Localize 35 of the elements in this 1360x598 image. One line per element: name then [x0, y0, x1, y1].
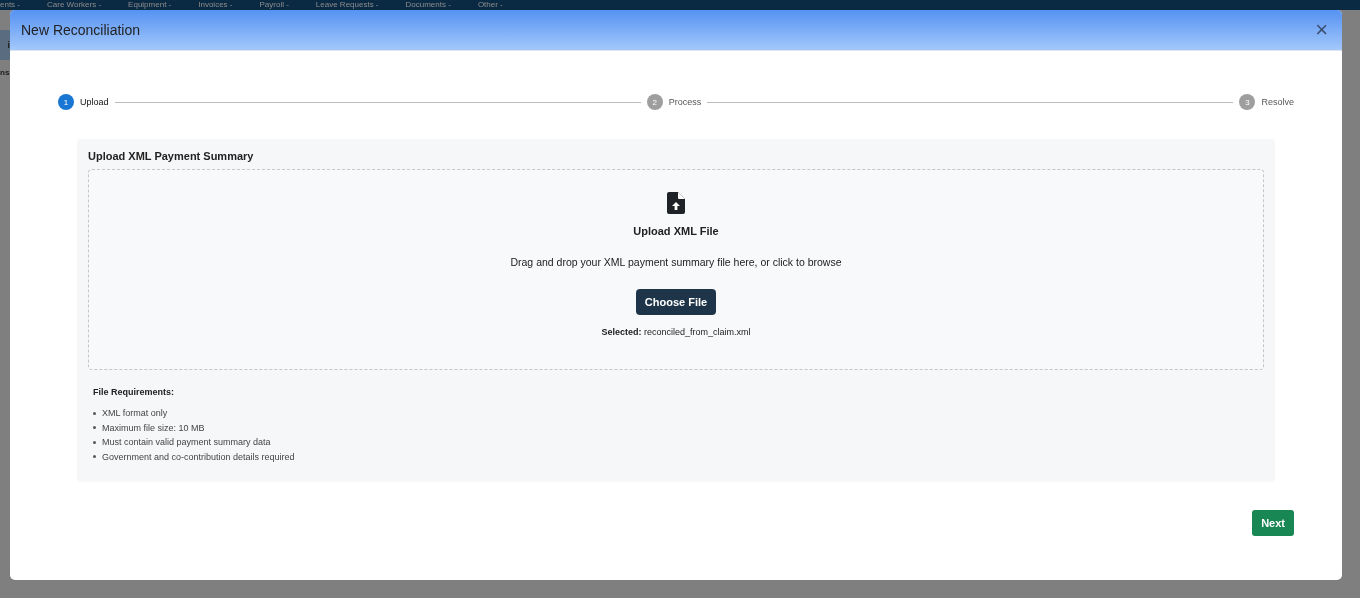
- nav-item[interactable]: ents -: [0, 0, 20, 10]
- step-number: 1: [58, 94, 74, 110]
- step-label: Resolve: [1261, 97, 1294, 107]
- nav-item[interactable]: Care Workers -: [47, 0, 102, 10]
- bullet-icon: [93, 426, 96, 430]
- close-button[interactable]: ×: [1311, 19, 1332, 41]
- nav-item[interactable]: Other -: [477, 0, 503, 10]
- requirements-title: File Requirements:: [93, 387, 176, 397]
- bullet-icon: [93, 455, 96, 459]
- requirement-item: XML format only: [102, 408, 168, 419]
- modal-title: New Reconciliation: [21, 22, 141, 38]
- bullet-icon: [93, 411, 96, 415]
- drop-zone[interactable]: Upload XML File Drag and drop your XML payment summary file here, or click to browse Choose File Selected: reconciled_from_claim.xml: [88, 169, 1264, 370]
- requirement-item: Maximum file size: 10 MB: [102, 422, 205, 433]
- drop-hint: Drag and drop your XML payment summary file here, or click to browse: [510, 256, 842, 268]
- nav-item[interactable]: Invoices -: [198, 0, 233, 10]
- drop-heading: Upload XML File: [633, 225, 719, 237]
- background-text: i: [0, 30, 10, 60]
- nav-item[interactable]: Documents -: [405, 0, 451, 10]
- background-text: ns: [0, 68, 10, 77]
- file-upload-icon: [667, 192, 685, 214]
- step-number: 2: [646, 94, 663, 110]
- step-number: 3: [1239, 94, 1256, 110]
- panel-title: Upload XML Payment Summary: [88, 150, 255, 162]
- bullet-icon: [93, 440, 96, 444]
- selected-file-text: Selected: reconciled_from_claim.xml: [601, 327, 751, 337]
- requirement-item: Must contain valid payment summary data: [102, 437, 271, 448]
- step-label: Upload: [80, 97, 109, 107]
- next-button[interactable]: Next: [1252, 510, 1294, 536]
- requirement-item: Government and co-contribution details required: [102, 451, 295, 462]
- nav-item[interactable]: Equipment -: [128, 0, 172, 10]
- step-label: Process: [668, 97, 702, 107]
- choose-file-button[interactable]: Choose File: [635, 289, 717, 315]
- nav-item[interactable]: Leave Requests -: [315, 0, 379, 10]
- nav-item[interactable]: Payroll -: [259, 0, 289, 10]
